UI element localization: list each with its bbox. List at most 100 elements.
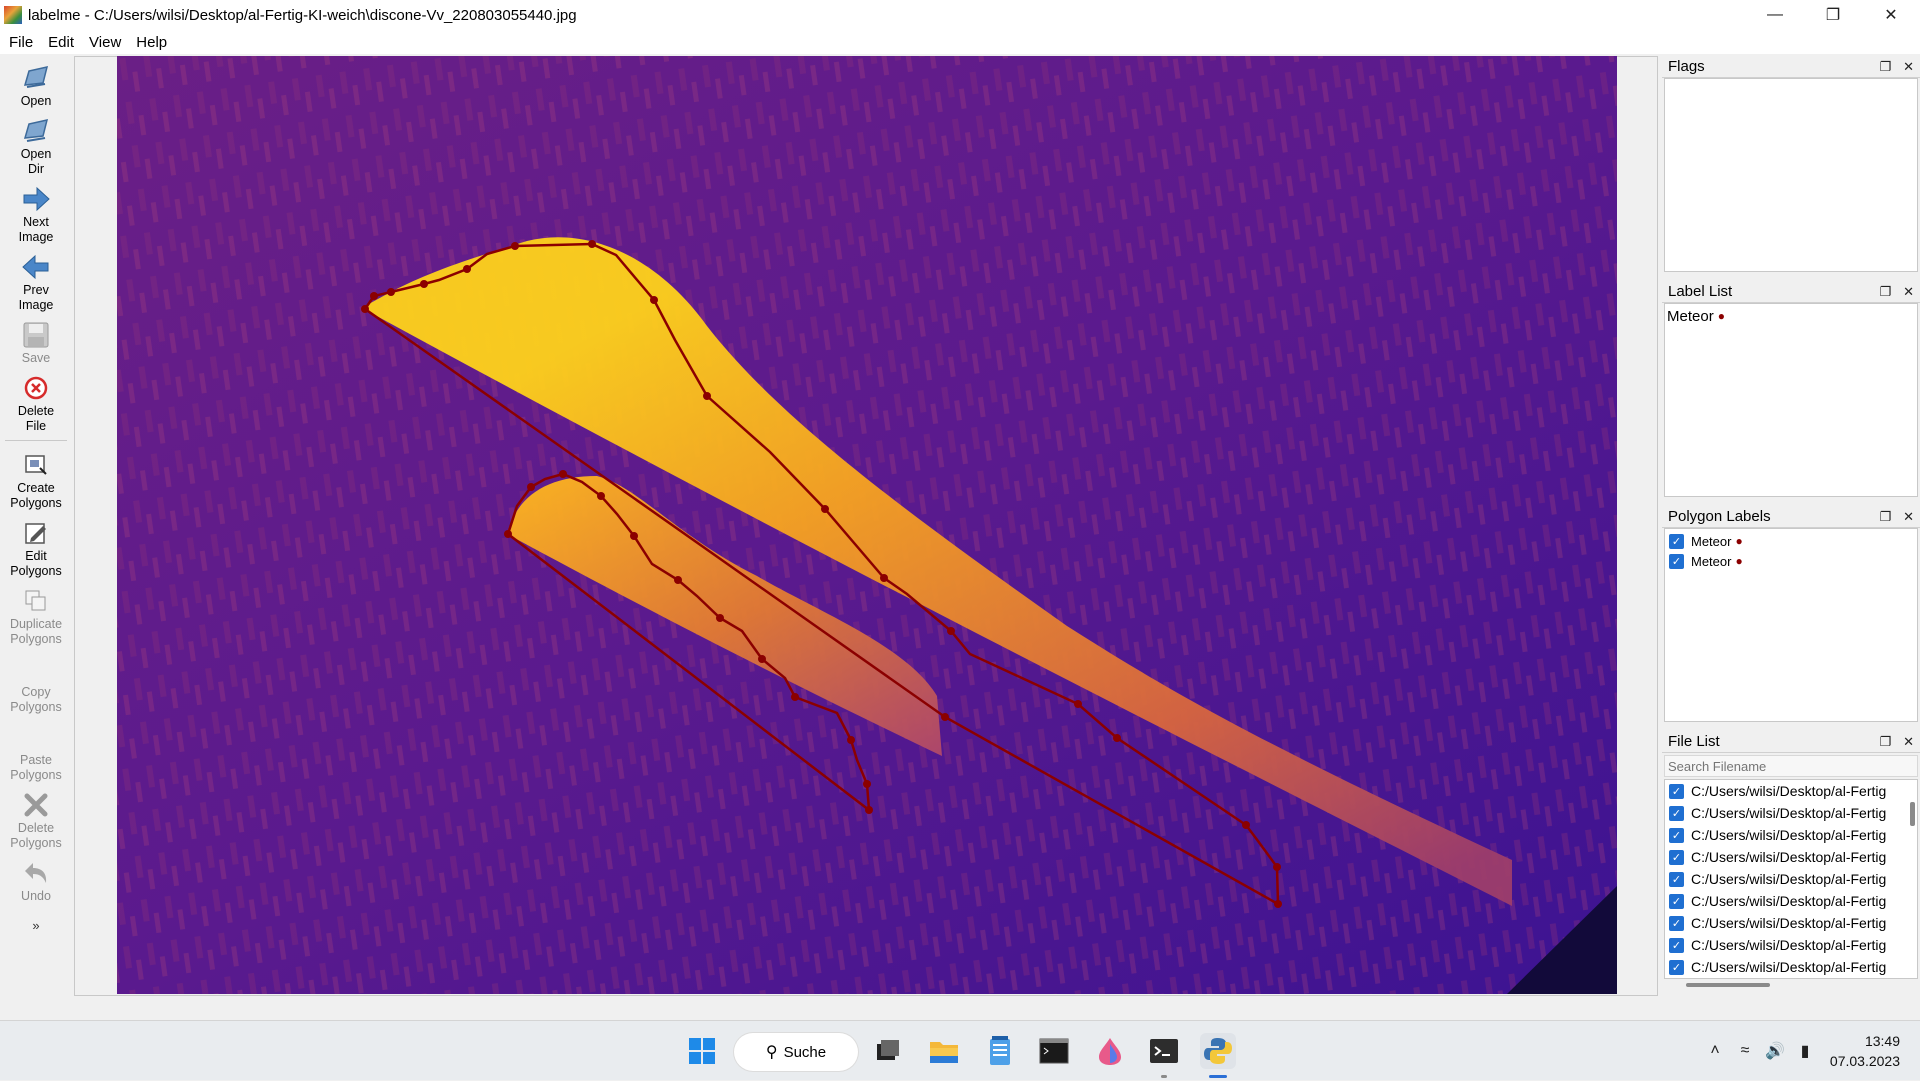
close-icon[interactable]: ✕ — [1903, 734, 1914, 750]
open-dir-button[interactable]: Open Dir — [1, 109, 71, 177]
checkbox-checked-icon[interactable]: ✓ — [1669, 553, 1684, 569]
vertex[interactable] — [865, 806, 873, 814]
vertex[interactable] — [588, 240, 596, 248]
menu-file[interactable]: File — [4, 34, 38, 51]
float-icon[interactable]: ❐ — [1879, 59, 1891, 75]
prev-image-button[interactable]: Prev Image — [1, 245, 71, 313]
clock[interactable]: 13:49 07.03.2023 — [1820, 1031, 1920, 1071]
minimize-icon[interactable]: — — [1746, 0, 1804, 30]
vertex[interactable] — [1273, 863, 1281, 871]
vertex[interactable] — [674, 576, 682, 584]
python-labelme-icon[interactable] — [1200, 1033, 1236, 1069]
command-prompt-icon[interactable] — [1036, 1033, 1072, 1069]
vertex[interactable] — [947, 627, 955, 635]
search-filename-input[interactable] — [1664, 755, 1918, 777]
notepad-icon[interactable] — [982, 1033, 1018, 1069]
vertex[interactable] — [1274, 900, 1282, 908]
float-icon[interactable]: ❐ — [1879, 284, 1891, 300]
taskbar-search-button[interactable]: ⚲ Suche — [734, 1033, 858, 1071]
vertical-scrollbar[interactable] — [1910, 802, 1915, 826]
vertex[interactable] — [650, 296, 658, 304]
menu-view[interactable]: View — [84, 34, 126, 51]
float-icon[interactable]: ❐ — [1879, 509, 1891, 525]
checkbox-checked-icon[interactable]: ✓ — [1669, 959, 1684, 975]
vertex[interactable] — [597, 492, 605, 500]
chevron-up-icon[interactable]: ˄ — [1700, 1042, 1730, 1060]
file-list-item[interactable]: ✓ C:/Users/wilsi/Desktop/al-Fertig — [1665, 802, 1917, 824]
vertex[interactable] — [1113, 734, 1121, 742]
copy-polygons-button[interactable]: Copy Polygons — [1, 647, 71, 715]
edit-polygons-button[interactable]: Edit Polygons — [1, 511, 71, 579]
save-button[interactable]: Save — [1, 313, 71, 366]
duplicate-polygons-button[interactable]: Duplicate Polygons — [1, 579, 71, 647]
restore-icon[interactable]: ❐ — [1804, 0, 1862, 30]
delete-polygons-button[interactable]: Delete Polygons — [1, 783, 71, 851]
vertex[interactable] — [1242, 821, 1250, 829]
vertex[interactable] — [504, 530, 512, 538]
vertex[interactable] — [1074, 700, 1082, 708]
wifi-icon[interactable]: ≈ — [1730, 1042, 1760, 1060]
menu-help[interactable]: Help — [131, 34, 172, 51]
file-list-item[interactable]: ✓ C:/Users/wilsi/Desktop/al-Fertig — [1665, 824, 1917, 846]
vertex[interactable] — [511, 242, 519, 250]
checkbox-checked-icon[interactable]: ✓ — [1669, 915, 1684, 931]
task-view-icon[interactable] — [870, 1033, 906, 1069]
vertex[interactable] — [420, 280, 428, 288]
vertex[interactable] — [847, 736, 855, 744]
vertex[interactable] — [387, 288, 395, 296]
windows-start-icon[interactable] — [684, 1033, 720, 1069]
label-list-item[interactable]: Meteor ● — [1665, 304, 1917, 328]
checkbox-checked-icon[interactable]: ✓ — [1669, 849, 1684, 865]
paste-polygons-button[interactable]: Paste Polygons — [1, 715, 71, 783]
next-image-button[interactable]: Next Image — [1, 177, 71, 245]
vertex[interactable] — [361, 305, 369, 313]
paint-drop-icon[interactable] — [1092, 1033, 1128, 1069]
vertex[interactable] — [527, 483, 535, 491]
file-list-item[interactable]: ✓ C:/Users/wilsi/Desktop/al-Fertig — [1665, 890, 1917, 912]
menu-edit[interactable]: Edit — [43, 34, 79, 51]
file-list-item[interactable]: ✓ C:/Users/wilsi/Desktop/al-Fertig — [1665, 934, 1917, 956]
polygon-label-item[interactable]: ✓ Meteor ● — [1665, 531, 1917, 551]
battery-icon[interactable]: ▮ — [1790, 1041, 1820, 1061]
open-button[interactable]: Open — [1, 56, 71, 109]
vertex[interactable] — [463, 265, 471, 273]
create-polygons-button[interactable]: Create Polygons — [1, 443, 71, 511]
close-icon[interactable]: ✕ — [1903, 59, 1914, 75]
polygon-label-item[interactable]: ✓ Meteor ● — [1665, 551, 1917, 571]
vertex[interactable] — [630, 532, 638, 540]
file-list-item[interactable]: ✓ C:/Users/wilsi/Desktop/al-Fertig — [1665, 868, 1917, 890]
close-icon[interactable]: ✕ — [1862, 0, 1920, 30]
close-icon[interactable]: ✕ — [1903, 509, 1914, 525]
vertex[interactable] — [716, 614, 724, 622]
close-icon[interactable]: ✕ — [1903, 284, 1914, 300]
toolbar-more-icon[interactable]: » — [32, 918, 39, 933]
horizontal-scrollbar[interactable] — [1686, 983, 1770, 987]
file-list-item[interactable]: ✓ C:/Users/wilsi/Desktop/al-Fertig — [1665, 912, 1917, 934]
vertex[interactable] — [758, 655, 766, 663]
vertex[interactable] — [941, 713, 949, 721]
file-list-item[interactable]: ✓ C:/Users/wilsi/Desktop/al-Fertig — [1665, 956, 1917, 978]
undo-button[interactable]: Undo — [1, 851, 71, 904]
terminal-icon[interactable] — [1146, 1033, 1182, 1069]
vertex[interactable] — [370, 292, 378, 300]
vertex[interactable] — [863, 780, 871, 788]
delete-file-button[interactable]: Delete File — [1, 366, 71, 434]
vertex[interactable] — [791, 693, 799, 701]
vertex[interactable] — [880, 574, 888, 582]
checkbox-checked-icon[interactable]: ✓ — [1669, 783, 1684, 799]
checkbox-checked-icon[interactable]: ✓ — [1669, 893, 1684, 909]
file-list-item[interactable]: ✓ C:/Users/wilsi/Desktop/al-Fertig — [1665, 780, 1917, 802]
checkbox-checked-icon[interactable]: ✓ — [1669, 827, 1684, 843]
float-icon[interactable]: ❐ — [1879, 734, 1891, 750]
image-canvas[interactable] — [117, 56, 1617, 994]
file-list-item[interactable]: ✓ C:/Users/wilsi/Desktop/al-Fertig — [1665, 846, 1917, 868]
vertex[interactable] — [703, 392, 711, 400]
checkbox-checked-icon[interactable]: ✓ — [1669, 533, 1684, 549]
file-explorer-icon[interactable] — [926, 1033, 962, 1069]
checkbox-checked-icon[interactable]: ✓ — [1669, 871, 1684, 887]
checkbox-checked-icon[interactable]: ✓ — [1669, 805, 1684, 821]
vertex[interactable] — [559, 470, 567, 478]
checkbox-checked-icon[interactable]: ✓ — [1669, 937, 1684, 953]
volume-icon[interactable]: 🔊 — [1760, 1041, 1790, 1061]
vertex[interactable] — [821, 505, 829, 513]
